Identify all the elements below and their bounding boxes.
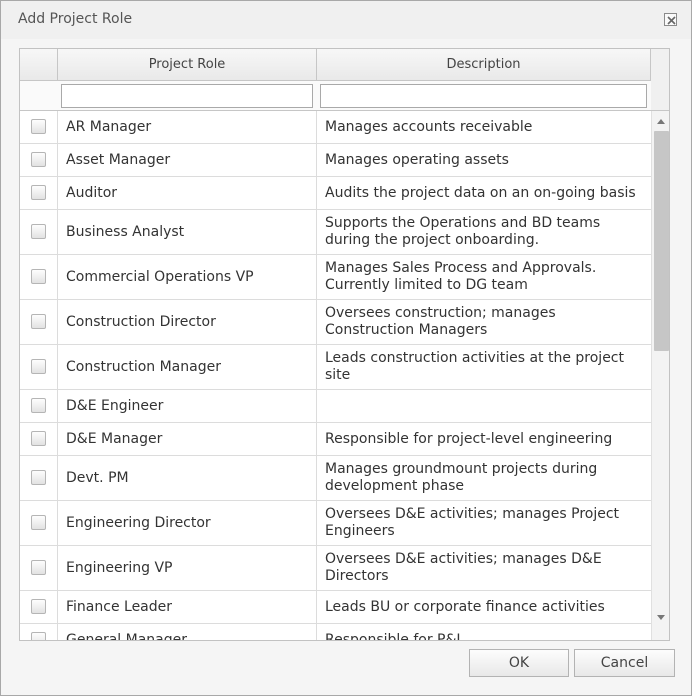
select-cell: [20, 111, 58, 143]
select-cell: [20, 144, 58, 176]
project-role-cell: Auditor: [58, 177, 317, 209]
table-row[interactable]: Commercial Operations VP Manages Sales Pr…: [20, 255, 651, 300]
project-role-cell: Engineering VP: [58, 546, 317, 590]
table-row[interactable]: Auditor Audits the project data on an on-…: [20, 177, 651, 210]
table-row[interactable]: D&E Manager Responsible for project-level…: [20, 423, 651, 456]
row-checkbox[interactable]: [31, 560, 46, 575]
select-cell: [20, 624, 58, 640]
select-cell: [20, 300, 58, 344]
table-row[interactable]: Engineering VP Oversees D&E activities; m…: [20, 546, 651, 591]
project-role-column-header[interactable]: Project Role: [58, 49, 317, 81]
row-checkbox[interactable]: [31, 470, 46, 485]
select-cell: [20, 210, 58, 254]
add-project-role-dialog: Add Project Role Project Role Descriptio…: [0, 0, 692, 696]
select-column-header: [20, 49, 58, 81]
cancel-button[interactable]: Cancel: [574, 649, 675, 677]
row-checkbox[interactable]: [31, 314, 46, 329]
description-cell: Manages Sales Process and Approvals. Cur…: [325, 260, 597, 293]
row-checkbox[interactable]: [31, 224, 46, 239]
dialog-titlebar: Add Project Role: [1, 1, 691, 39]
row-checkbox[interactable]: [31, 632, 46, 640]
row-checkbox[interactable]: [31, 152, 46, 167]
filter-row: [20, 81, 651, 111]
description-cell: [317, 390, 651, 422]
select-cell: [20, 345, 58, 389]
header-scroll-filler: [651, 49, 669, 111]
table-row[interactable]: Asset Manager Manages operating assets: [20, 144, 651, 177]
project-role-cell: Construction Director: [58, 300, 317, 344]
project-role-cell: D&E Manager: [58, 423, 317, 455]
select-cell: [20, 456, 58, 500]
description-cell: Audits the project data on an on-going b…: [325, 184, 636, 201]
description-cell: Manages operating assets: [325, 151, 509, 168]
select-cell: [20, 501, 58, 545]
project-role-cell: Engineering Director: [58, 501, 317, 545]
row-checkbox[interactable]: [31, 599, 46, 614]
project-role-filter-input[interactable]: [61, 84, 313, 108]
project-role-cell: Finance Leader: [58, 591, 317, 623]
project-role-cell: Asset Manager: [58, 144, 317, 176]
description-cell: Supports the Operations and BD teams dur…: [325, 215, 601, 248]
vertical-scrollbar[interactable]: [651, 111, 669, 640]
arrow-up-icon[interactable]: [657, 119, 665, 124]
project-role-cell: Construction Manager: [58, 345, 317, 389]
table-row[interactable]: Construction Director Oversees constructi…: [20, 300, 651, 345]
project-role-cell: D&E Engineer: [58, 390, 317, 422]
table-row[interactable]: Engineering Director Oversees D&E activit…: [20, 501, 651, 546]
description-cell: Leads construction activities at the pro…: [325, 350, 624, 383]
row-checkbox[interactable]: [31, 359, 46, 374]
row-checkbox[interactable]: [31, 119, 46, 134]
description-cell: Oversees D&E activities; manages Project…: [325, 506, 620, 539]
row-checkbox[interactable]: [31, 515, 46, 530]
grid-header: Project Role Description: [20, 49, 651, 81]
ok-button[interactable]: OK: [469, 649, 569, 677]
select-cell: [20, 255, 58, 299]
close-button[interactable]: [664, 13, 677, 26]
description-cell: Responsible for project-level engineerin…: [325, 430, 613, 447]
table-row[interactable]: Business Analyst Supports the Operations …: [20, 210, 651, 255]
project-role-cell: AR Manager: [58, 111, 317, 143]
description-cell: Manages groundmount projects during deve…: [325, 461, 598, 494]
grid-body: AR Manager Manages accounts receivable Ass…: [20, 111, 651, 641]
project-role-grid: Project Role Description AR Manager Manag…: [19, 48, 670, 641]
select-cell: [20, 423, 58, 455]
description-cell: Oversees construction; manages Construct…: [325, 305, 556, 338]
description-column-header[interactable]: Description: [317, 49, 651, 81]
description-cell: Manages accounts receivable: [325, 118, 533, 135]
description-cell: Oversees D&E activities; manages D&E Dir…: [325, 551, 602, 584]
row-checkbox[interactable]: [31, 398, 46, 413]
row-checkbox[interactable]: [31, 185, 46, 200]
project-role-cell: Commercial Operations VP: [58, 255, 317, 299]
row-checkbox[interactable]: [31, 269, 46, 284]
description-cell: Leads BU or corporate finance activities: [325, 598, 605, 615]
table-row[interactable]: General Manager Responsible for P&L: [20, 624, 651, 641]
scrollbar-thumb[interactable]: [654, 131, 669, 351]
project-role-cell: General Manager: [58, 624, 317, 640]
table-row[interactable]: D&E Engineer: [20, 390, 651, 423]
table-row[interactable]: Devt. PM Manages groundmount projects dur…: [20, 456, 651, 501]
select-cell: [20, 390, 58, 422]
description-filter-input[interactable]: [320, 84, 647, 108]
table-row[interactable]: Finance Leader Leads BU or corporate fina…: [20, 591, 651, 624]
arrow-down-icon[interactable]: [657, 615, 665, 620]
row-checkbox[interactable]: [31, 431, 46, 446]
select-cell: [20, 591, 58, 623]
description-cell: Responsible for P&L: [325, 631, 465, 641]
table-row[interactable]: Construction Manager Leads construction a…: [20, 345, 651, 390]
close-icon: [667, 16, 676, 25]
project-role-cell: Business Analyst: [58, 210, 317, 254]
table-row[interactable]: AR Manager Manages accounts receivable: [20, 111, 651, 144]
select-cell: [20, 177, 58, 209]
project-role-cell: Devt. PM: [58, 456, 317, 500]
dialog-title: Add Project Role: [18, 11, 133, 27]
select-cell: [20, 546, 58, 590]
